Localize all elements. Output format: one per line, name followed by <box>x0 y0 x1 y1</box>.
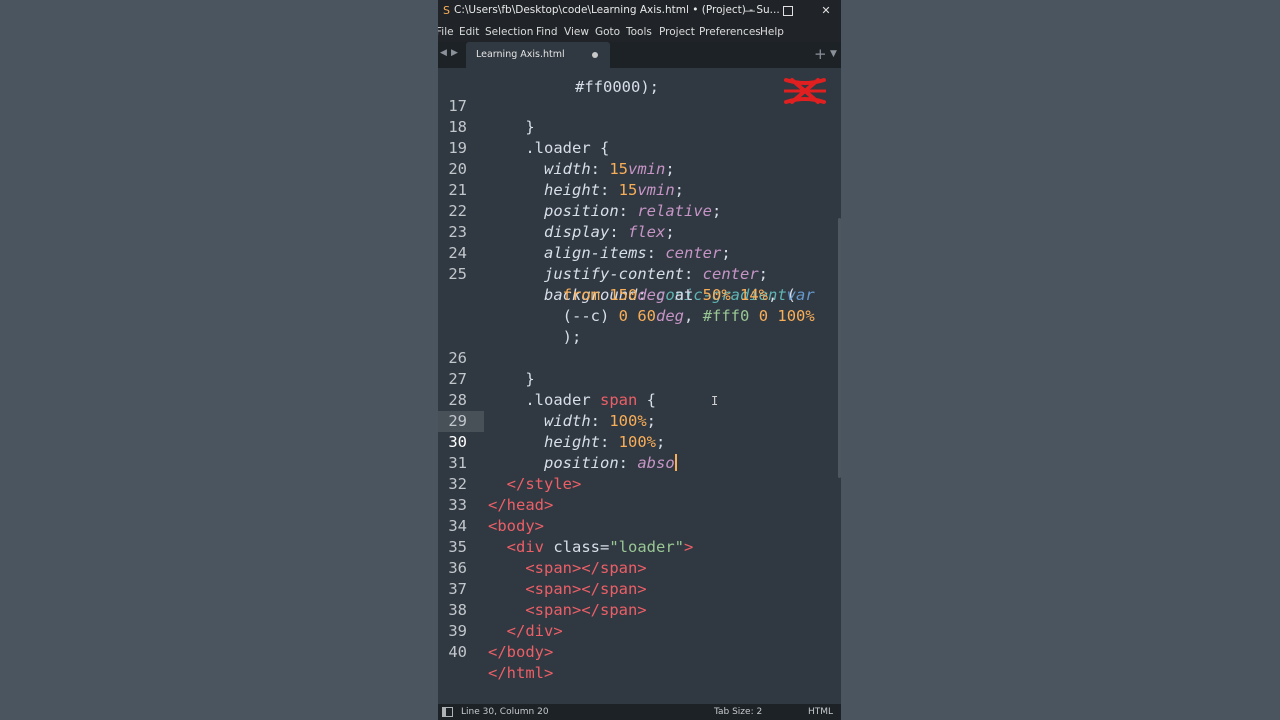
code-line: 26 } <box>438 327 841 388</box>
tab-list-dropdown-icon[interactable]: ▼ <box>830 49 837 59</box>
menu-file[interactable]: File <box>438 26 454 38</box>
code-line: 22 display: flex; <box>438 180 841 241</box>
close-button[interactable]: ✕ <box>807 0 841 22</box>
menu-tools[interactable]: Tools <box>626 26 652 38</box>
menu-bar: File Edit Selection Find View Goto Tools… <box>438 22 841 42</box>
tab-nav-right-icon[interactable]: ▶ <box>451 48 458 58</box>
new-tab-icon[interactable]: + <box>814 45 827 63</box>
status-cursor-position[interactable]: Line 30, Column 20 <box>461 707 549 717</box>
status-tab-size[interactable]: Tab Size: 2 <box>714 707 762 717</box>
menu-view[interactable]: View <box>564 26 589 38</box>
menu-selection[interactable]: Selection <box>485 26 533 38</box>
code-editor[interactable]: #ff0000); 17 } 18 .loader { 19 width: 15… <box>438 68 841 704</box>
code-line: (--c) 0 60deg, #fff0 0 100% <box>562 307 815 325</box>
title-bar: S C:\Users\fb\Desktop\code\Learning Axis… <box>438 0 841 22</box>
maximize-button[interactable] <box>769 0 807 22</box>
unsaved-dot-icon[interactable] <box>592 52 598 58</box>
code-line: 32 </head> <box>438 453 841 514</box>
code-line: 21 position: relative; <box>438 159 841 220</box>
editor-window: S C:\Users\fb\Desktop\code\Learning Axis… <box>438 0 841 720</box>
menu-goto[interactable]: Goto <box>595 26 620 38</box>
status-syntax[interactable]: HTML <box>808 707 833 717</box>
code-line: 39 </body> <box>438 600 841 661</box>
code-line: 34 <div class="loader"> <box>438 495 841 556</box>
sublime-text-icon: S <box>443 4 450 17</box>
status-bar: Line 30, Column 20 Tab Size: 2 HTML <box>438 704 841 720</box>
code-line: 29 height: 100%; <box>438 390 841 451</box>
code-line: 40 </html> <box>438 621 841 682</box>
vertical-scrollbar-thumb[interactable] <box>838 218 841 478</box>
code-line: ); <box>562 328 582 346</box>
code-line: 27 .loader span { <box>438 348 841 409</box>
menu-edit[interactable]: Edit <box>459 26 479 38</box>
tab-nav-left-icon[interactable]: ◀ <box>440 48 447 58</box>
code-line: 25 background: conic-gradient( <box>438 243 841 304</box>
code-line: 35 <span></span> <box>438 516 841 577</box>
code-line: 37 <span></span> <box>438 558 841 619</box>
menu-project[interactable]: Project <box>659 26 695 38</box>
tab-bar: ◀ ▶ Learning Axis.html + ▼ <box>438 42 841 68</box>
minimize-button[interactable]: — <box>731 0 769 22</box>
code-line: 31 </style> <box>438 432 841 493</box>
tab-learning-axis[interactable]: Learning Axis.html <box>466 42 610 68</box>
line-number: 40 <box>448 643 467 661</box>
code-line: from 150deg at 50% 14%, var <box>562 286 815 304</box>
code-line: 20 height: 15vmin; <box>438 138 841 199</box>
show-panel-icon[interactable] <box>442 707 453 717</box>
code-line: 24 justify-content: center; <box>438 222 841 283</box>
tab-label: Learning Axis.html <box>476 49 565 60</box>
menu-preferences[interactable]: Preferences <box>699 26 761 38</box>
code-line-current: 30 position: abso <box>438 411 841 472</box>
code-line: 23 align-items: center; <box>438 201 841 262</box>
menu-find[interactable]: Find <box>536 26 558 38</box>
code-line: 38 </div> <box>438 579 841 640</box>
code-line: 18 .loader { <box>438 96 841 157</box>
code-line: 17 } <box>438 75 841 136</box>
mouse-ibeam-cursor-icon: Ι <box>711 394 719 408</box>
code-line: 28 width: 100%; <box>438 369 841 430</box>
code-line: 36 <span></span> <box>438 537 841 598</box>
channel-logo-icon <box>784 78 826 104</box>
code-line: 33 <body> <box>438 474 841 535</box>
code-line: 19 width: 15vmin; <box>438 117 841 178</box>
menu-help[interactable]: Help <box>760 26 784 38</box>
